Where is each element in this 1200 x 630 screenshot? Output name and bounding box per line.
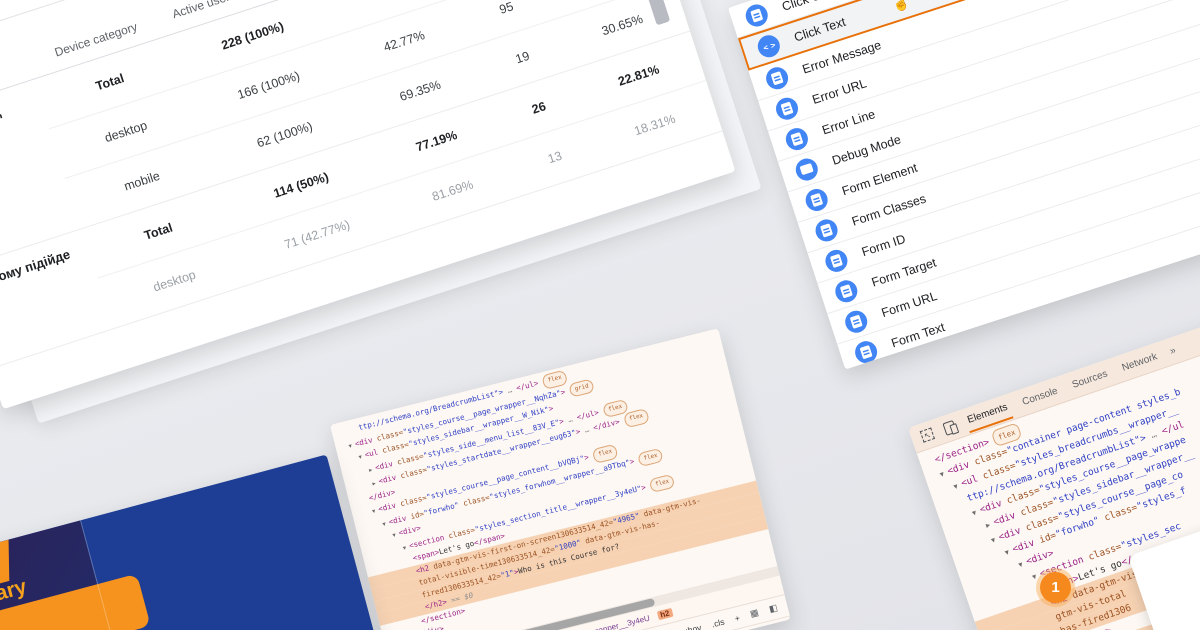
doc-icon [743,1,771,29]
doc-icon [832,277,860,305]
classes-button[interactable]: .cls [711,616,726,629]
code-icon: < > [755,32,783,60]
ga-funnel-panel: Abandonment rate 114 50% Abandonment rat… [0,0,736,409]
doc-icon [763,64,791,92]
doc-icon [852,338,880,366]
doc-icon [803,186,831,214]
inspect-element-icon[interactable]: ↖ [920,427,935,442]
breadcrumb-item-selected[interactable]: h2 [656,608,673,620]
more-tabs-icon[interactable]: » [1168,344,1177,356]
dock-side-icon[interactable]: ◧ [768,602,779,615]
gtm-variable-list: Click URL< >Click Text☝Error MessageErro… [728,0,1200,369]
promo-image: February [0,454,388,630]
hover-state-button[interactable]: :hov [684,622,702,630]
annotation-badge-1: 1 [1040,572,1071,603]
device-toolbar-icon[interactable] [942,419,957,435]
code-icon: < > [862,368,890,369]
hand-cursor-icon: ☝ [890,0,912,14]
gtm-variable-label: Form ID [860,231,907,258]
devtools-elements-panel: ttp://schema.org/BreadcrumbList"> … </ul… [330,328,791,630]
gtm-variables-panel: Click URL< >Click Text☝Error MessageErro… [728,0,1200,369]
promo-left-zone: February [0,520,142,630]
doc-icon [773,94,801,122]
computed-grid-icon[interactable]: ▦ [749,607,760,620]
doc-icon [783,125,811,153]
new-style-rule-button[interactable]: + [734,612,741,623]
collage-stage: Abandonment rate 114 50% Abandonment rat… [0,0,1200,630]
debug-icon [793,155,821,183]
gtm-variable-label: Form Text [889,320,946,350]
doc-icon [822,247,850,275]
doc-icon [813,216,841,244]
doc-icon [842,307,870,335]
